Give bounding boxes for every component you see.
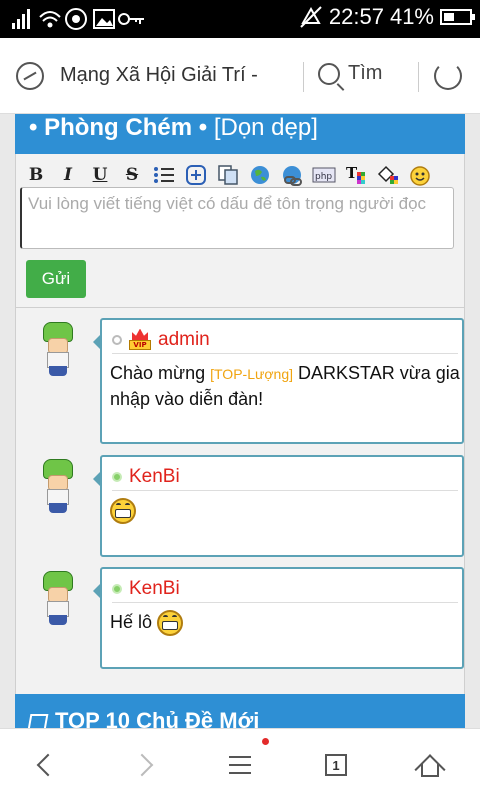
grin-emoji-icon bbox=[157, 610, 184, 637]
italic-icon[interactable]: I bbox=[56, 163, 80, 187]
site-icon bbox=[16, 62, 44, 90]
message-text bbox=[110, 497, 460, 525]
insert-icon[interactable] bbox=[184, 163, 208, 187]
status-right: 22:57 41% bbox=[299, 4, 475, 30]
link-chain-icon[interactable] bbox=[280, 163, 304, 187]
rank-tag: [TOP-Lượng] bbox=[210, 366, 293, 382]
chat-message: VIP admin Chào mừng [TOP-Lượng] DARKSTAR… bbox=[15, 314, 465, 444]
avatar[interactable] bbox=[39, 322, 77, 376]
underline-icon[interactable]: U bbox=[88, 163, 112, 187]
cleanup-link[interactable]: [Dọn dẹp] bbox=[214, 114, 318, 141]
avatar[interactable] bbox=[39, 571, 77, 625]
silent-icon bbox=[300, 6, 322, 28]
battery-icon bbox=[440, 9, 475, 25]
home-icon bbox=[414, 753, 446, 786]
message-text-part: Chào mừng bbox=[110, 363, 211, 383]
home-button[interactable] bbox=[410, 747, 450, 786]
message-text: Hế lô bbox=[110, 609, 460, 637]
chat-divider bbox=[15, 307, 465, 308]
message-text-part: Hế lô bbox=[110, 612, 158, 632]
paint-bucket-icon[interactable] bbox=[376, 163, 400, 187]
vip-crown-icon: VIP bbox=[129, 328, 151, 351]
list-icon[interactable] bbox=[152, 163, 176, 187]
chat-title: • Phòng Chém • [Dọn dẹp] bbox=[29, 114, 318, 142]
username[interactable]: KenBi bbox=[129, 578, 180, 600]
clock: 22:57 bbox=[328, 4, 384, 29]
editor-toolbar: B I U S php T bbox=[24, 163, 454, 187]
url-divider bbox=[303, 62, 304, 92]
back-button[interactable] bbox=[28, 747, 68, 783]
message-text: Chào mừng [TOP-Lượng] DARKSTAR vừa gia n… bbox=[110, 360, 460, 412]
grin-emoji-icon bbox=[110, 498, 136, 525]
text-color-icon[interactable]: T bbox=[344, 163, 368, 187]
message-header: VIP admin bbox=[112, 326, 458, 354]
forward-button[interactable] bbox=[122, 747, 162, 783]
menu-button[interactable] bbox=[220, 747, 260, 783]
tab-count: 1 bbox=[325, 754, 347, 776]
book-icon bbox=[27, 714, 49, 728]
message-bubble: KenBi Hế lô bbox=[93, 567, 464, 669]
status-bar: 22:57 41% bbox=[0, 0, 480, 38]
reload-icon[interactable] bbox=[434, 62, 462, 90]
copy-icon[interactable] bbox=[216, 163, 240, 187]
svg-text:php: php bbox=[315, 172, 332, 182]
battery-percent: 41% bbox=[389, 4, 434, 29]
page-title[interactable]: Mạng Xã Hội Giải Trí - bbox=[60, 64, 300, 87]
offline-status-icon bbox=[112, 334, 122, 345]
browser-bottom-nav: 1 bbox=[0, 728, 480, 800]
message-bubble: VIP admin Chào mừng [TOP-Lượng] DARKSTAR… bbox=[93, 318, 464, 444]
chat-message: KenBi Hế lô bbox=[15, 563, 465, 677]
chat-panel-header: • Phòng Chém • [Dọn dẹp] bbox=[15, 114, 465, 154]
menu-icon bbox=[229, 756, 251, 774]
online-status-icon bbox=[112, 583, 122, 594]
message-header: KenBi bbox=[112, 575, 458, 603]
search-button[interactable]: Tìm bbox=[318, 62, 382, 85]
online-status-icon bbox=[112, 471, 122, 482]
svg-text:T: T bbox=[346, 164, 358, 182]
send-button[interactable]: Gửi bbox=[26, 260, 86, 298]
mentioned-user[interactable]: DARKSTAR bbox=[298, 363, 395, 383]
url-divider bbox=[418, 62, 419, 92]
strikethrough-icon[interactable]: S bbox=[120, 163, 144, 187]
smiley-icon[interactable] bbox=[408, 163, 432, 187]
bold-icon[interactable]: B bbox=[24, 163, 48, 187]
link-globe-icon[interactable] bbox=[248, 163, 272, 187]
notification-icons bbox=[10, 7, 160, 31]
message-bubble: KenBi bbox=[93, 455, 464, 557]
top-topics-title: TOP 10 Chủ Đề Mới bbox=[55, 708, 260, 728]
message-header: KenBi bbox=[112, 463, 458, 491]
search-icon bbox=[318, 62, 340, 85]
username[interactable]: admin bbox=[158, 329, 210, 351]
notification-dot bbox=[262, 738, 269, 745]
search-label: Tìm bbox=[348, 62, 383, 84]
php-icon[interactable]: php bbox=[312, 163, 336, 187]
username[interactable]: KenBi bbox=[129, 466, 180, 488]
battery-level bbox=[444, 13, 454, 21]
status-icons bbox=[12, 8, 144, 30]
chat-message: KenBi bbox=[15, 451, 465, 565]
top-topics-header[interactable]: TOP 10 Chủ Đề Mới bbox=[15, 694, 465, 728]
forward-arrow-icon bbox=[130, 753, 154, 777]
tabs-button[interactable]: 1 bbox=[316, 747, 356, 783]
avatar[interactable] bbox=[39, 459, 77, 513]
browser-url-bar: Mạng Xã Hội Giải Trí - Tìm bbox=[0, 38, 480, 114]
message-input[interactable]: Vui lòng viết tiếng việt có dấu để tôn t… bbox=[20, 187, 454, 249]
back-arrow-icon bbox=[36, 753, 60, 777]
page-content[interactable]: • Phòng Chém • [Dọn dẹp] B I U S php T V… bbox=[0, 114, 480, 728]
chat-title-text: • Phòng Chém • bbox=[29, 114, 208, 141]
